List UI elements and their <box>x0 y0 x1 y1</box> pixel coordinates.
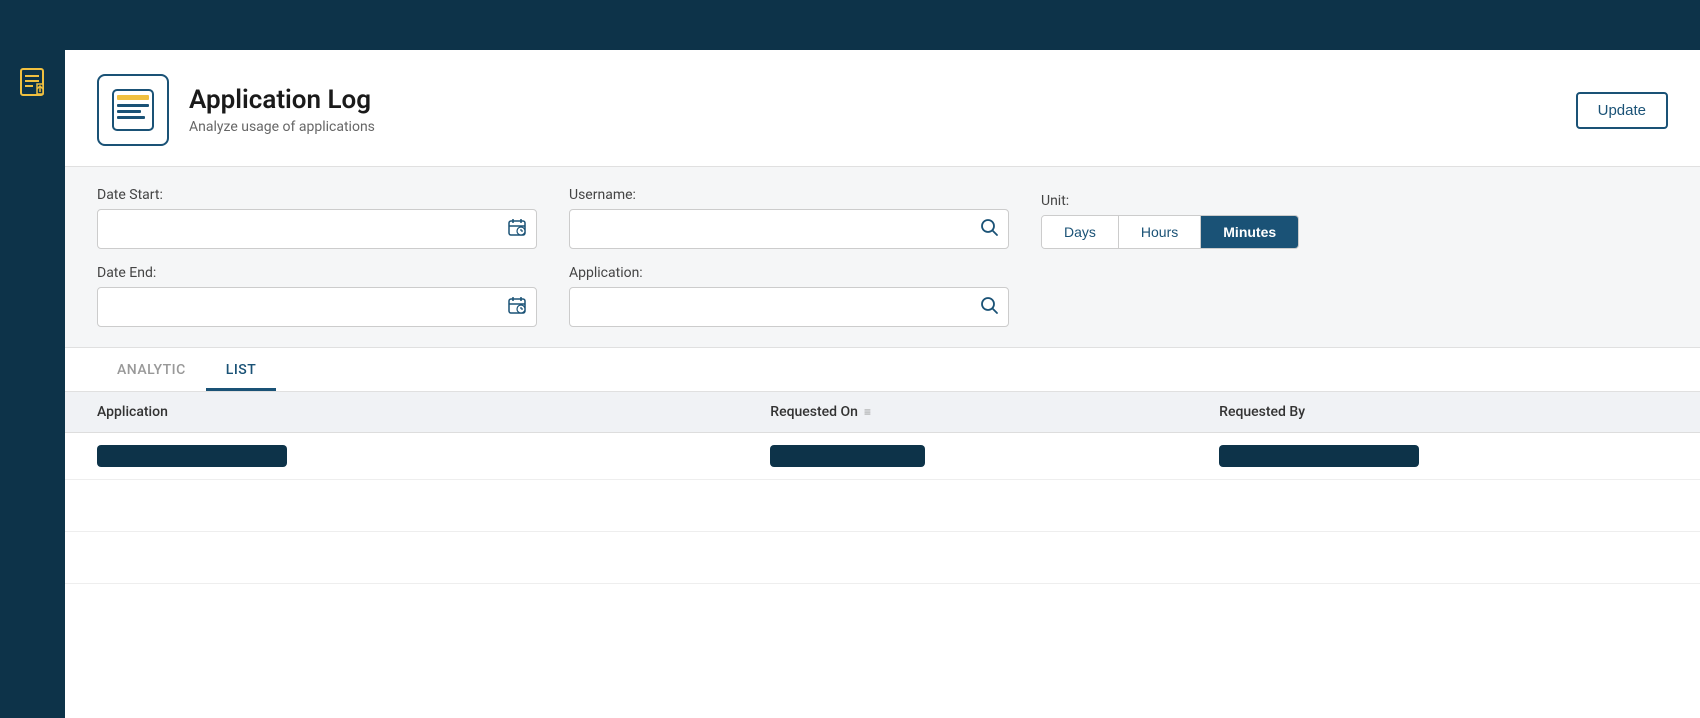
skeleton-on-1 <box>770 445 925 467</box>
filter-row-1: Date Start: <box>97 187 1668 249</box>
update-button[interactable]: Update <box>1576 92 1668 129</box>
application-input[interactable] <box>569 287 1009 327</box>
filter-row-2: Date End: <box>97 265 1668 327</box>
date-start-group: Date Start: <box>97 187 537 249</box>
table-row-empty-1 <box>65 480 1700 532</box>
username-label: Username: <box>569 187 1009 203</box>
application-group: Application: <box>569 265 1009 327</box>
application-input-wrap <box>569 287 1009 327</box>
skeleton-by-1 <box>1219 445 1419 467</box>
app-icon-svg <box>110 87 156 133</box>
tabs-section: ANALYTIC LIST <box>65 348 1700 392</box>
username-input[interactable] <box>569 209 1009 249</box>
filter-section: Date Start: <box>65 167 1700 348</box>
username-group: Username: <box>569 187 1009 249</box>
header-left: Application Log Analyze usage of applica… <box>97 74 375 146</box>
tab-analytic[interactable]: ANALYTIC <box>97 348 206 391</box>
sidebar <box>0 50 65 718</box>
date-start-input[interactable] <box>97 209 537 249</box>
date-start-input-wrap <box>97 209 537 249</box>
sort-icon-requested-on[interactable]: ≡ <box>864 405 871 419</box>
unit-hours-button[interactable]: Hours <box>1119 216 1201 248</box>
table-row <box>65 433 1700 480</box>
tabs-row: ANALYTIC LIST <box>97 348 1668 391</box>
date-end-input-wrap <box>97 287 537 327</box>
unit-group: Unit: Days Hours Minutes <box>1041 193 1299 249</box>
sidebar-export-icon[interactable] <box>12 60 54 102</box>
th-requested-on: Requested On ≡ <box>770 392 1219 432</box>
table-header: Application Requested On ≡ Requested By <box>65 392 1700 433</box>
skeleton-app-1 <box>97 445 287 467</box>
td-app-1 <box>97 445 770 467</box>
header-text: Application Log Analyze usage of applica… <box>189 85 375 135</box>
date-end-input[interactable] <box>97 287 537 327</box>
td-requested-on-1 <box>770 445 1219 467</box>
top-bar <box>0 0 1700 50</box>
td-requested-by-1 <box>1219 445 1668 467</box>
unit-label: Unit: <box>1041 193 1299 209</box>
unit-minutes-button[interactable]: Minutes <box>1201 216 1298 248</box>
page-title: Application Log <box>189 85 375 115</box>
main-layout: Application Log Analyze usage of applica… <box>0 50 1700 718</box>
unit-days-button[interactable]: Days <box>1042 216 1119 248</box>
date-end-group: Date End: <box>97 265 537 327</box>
date-start-label: Date Start: <box>97 187 537 203</box>
date-end-label: Date End: <box>97 265 537 281</box>
tab-list[interactable]: LIST <box>206 348 277 391</box>
app-icon-box <box>97 74 169 146</box>
unit-buttons: Days Hours Minutes <box>1041 215 1299 249</box>
th-requested-by: Requested By <box>1219 392 1668 432</box>
page-subtitle: Analyze usage of applications <box>189 119 375 135</box>
page-header: Application Log Analyze usage of applica… <box>65 50 1700 167</box>
th-application: Application <box>97 392 770 432</box>
content-area: Application Log Analyze usage of applica… <box>65 50 1700 718</box>
table-section: Application Requested On ≡ Requested By <box>65 392 1700 718</box>
username-input-wrap <box>569 209 1009 249</box>
table-row-empty-2 <box>65 532 1700 584</box>
application-label: Application: <box>569 265 1009 281</box>
